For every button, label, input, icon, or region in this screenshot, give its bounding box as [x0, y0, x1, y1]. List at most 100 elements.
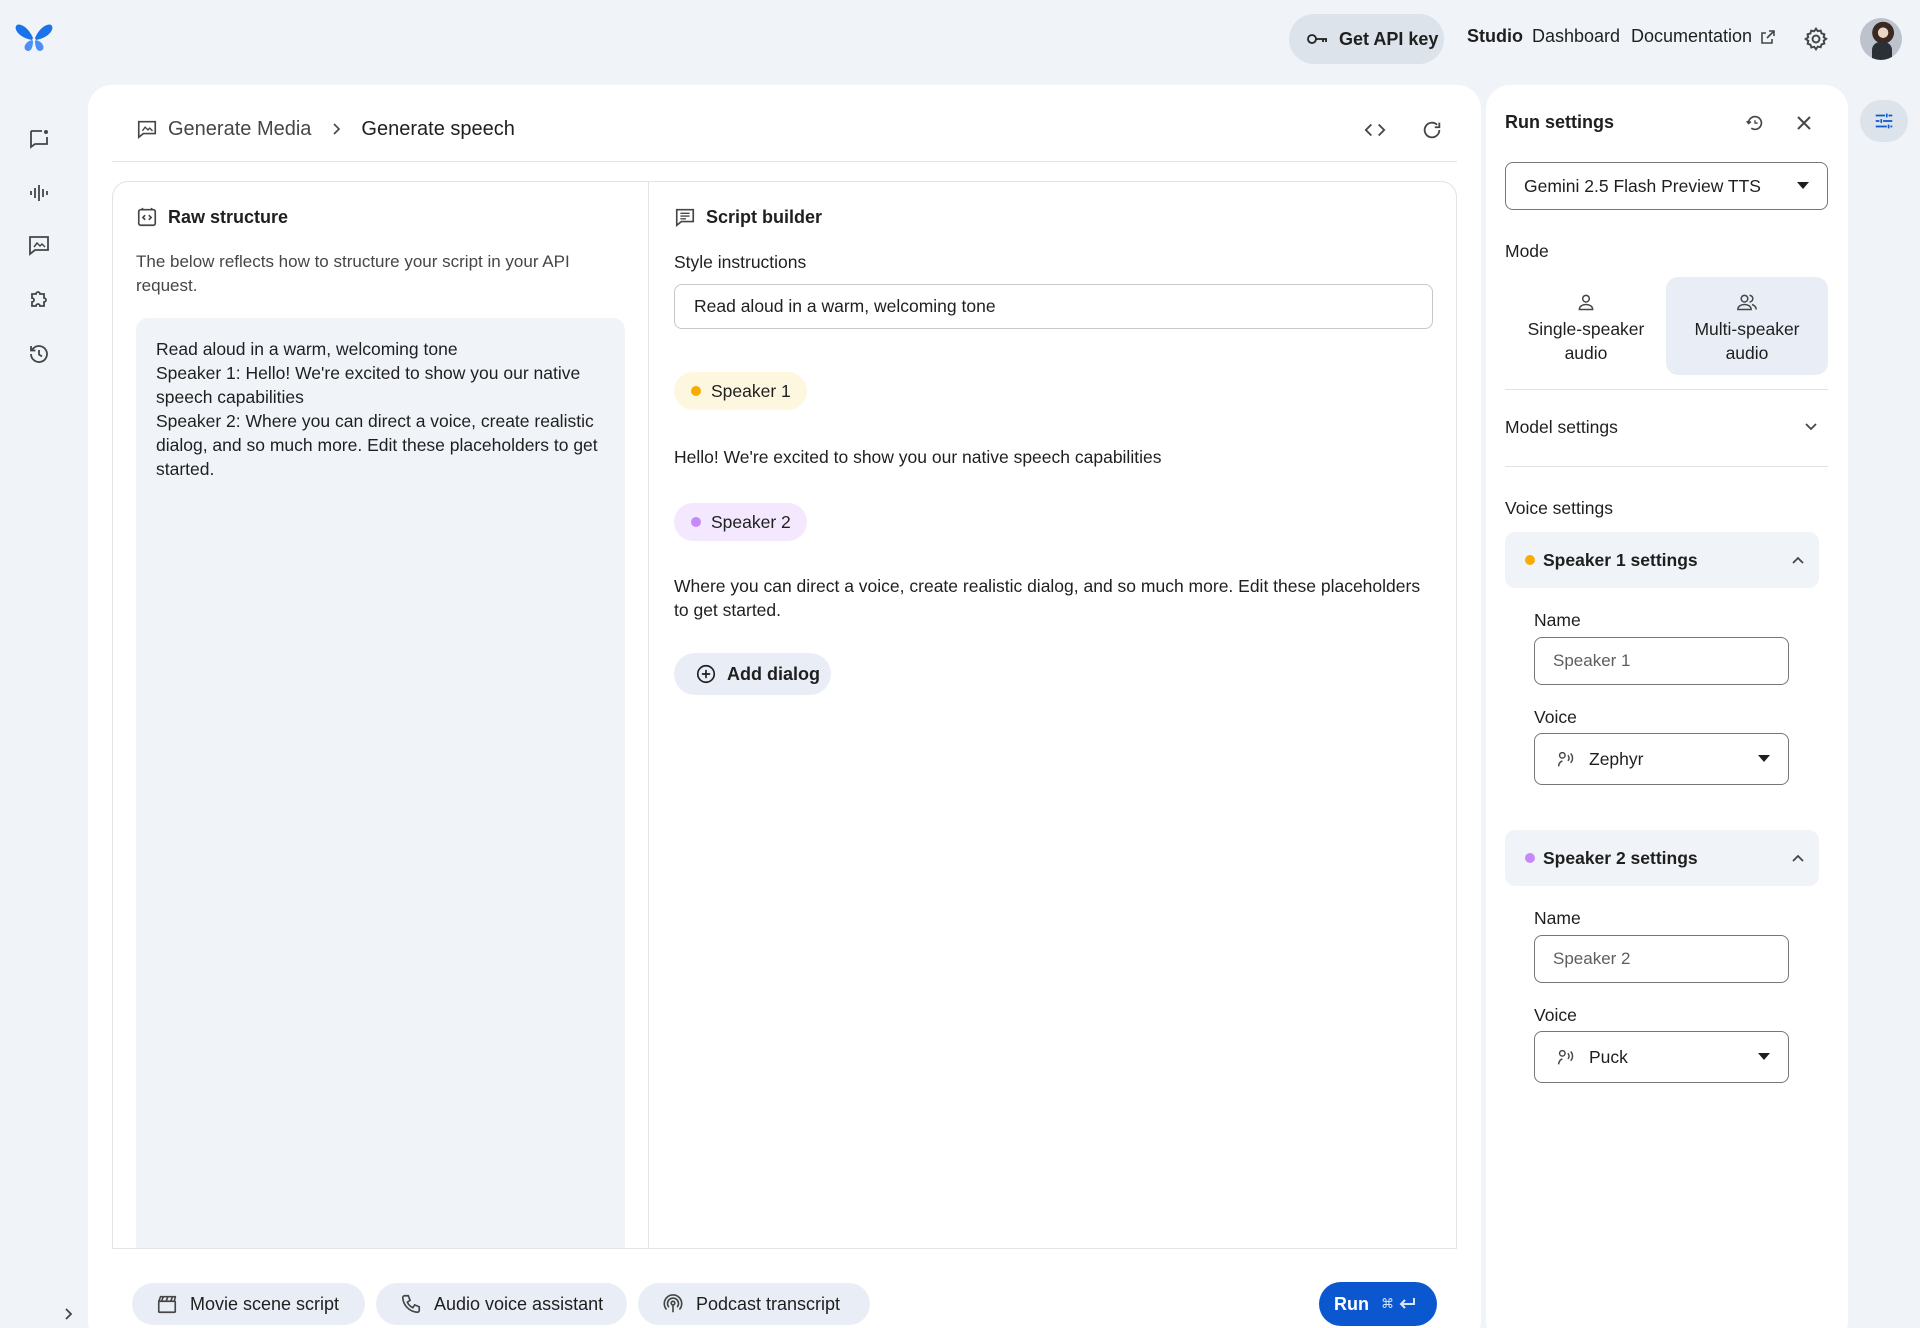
expand-sidebar-chevron-icon[interactable] [52, 1300, 84, 1328]
dialog-text-2[interactable]: Where you can direct a voice, create rea… [674, 574, 1433, 622]
preset-audio-voice-assistant[interactable]: Audio voice assistant [376, 1283, 627, 1325]
speaker-1-settings-header[interactable]: Speaker 1 settings [1505, 532, 1819, 588]
panel-divider [648, 182, 649, 1248]
refresh-icon[interactable] [1418, 116, 1446, 144]
tune-settings-icon[interactable] [1860, 100, 1908, 142]
voice-settings-label: Voice settings [1505, 498, 1613, 518]
breadcrumb: Generate Media Generate speech [136, 114, 515, 144]
breadcrumb-parent-label: Generate Media [168, 117, 312, 140]
mode-label: Mode [1505, 241, 1549, 261]
add-dialog-label: Add dialog [727, 663, 820, 684]
image-chat-icon[interactable] [24, 230, 54, 260]
voice-wave-icon [1555, 1046, 1577, 1068]
speaker-1-name-input[interactable]: Speaker 1 [1534, 637, 1789, 685]
dropdown-arrow-icon [1758, 755, 1770, 763]
speaker-2-chip[interactable]: Speaker 2 [674, 503, 807, 541]
mode-multi-label: Multi-speaker audio [1694, 319, 1800, 363]
model-select-value: Gemini 2.5 Flash Preview TTS [1524, 175, 1761, 196]
speaker-2-dot [1525, 853, 1535, 863]
speaker-2-voice-select[interactable]: Puck [1534, 1031, 1789, 1083]
settings-divider [1505, 466, 1828, 467]
speaker-1-chip[interactable]: Speaker 1 [674, 372, 807, 410]
phone-icon [400, 1293, 422, 1315]
speaker-2-voice-label: Voice [1534, 1005, 1577, 1025]
speaker-2-voice-value: Puck [1589, 1046, 1628, 1067]
nav-documentation[interactable]: Documentation [1631, 26, 1776, 47]
preset-movie-scene-script[interactable]: Movie scene script [132, 1283, 365, 1325]
nav-documentation-label: Documentation [1631, 26, 1753, 46]
model-settings-toggle[interactable]: Model settings [1505, 414, 1828, 440]
clapperboard-icon [156, 1293, 178, 1315]
add-circle-icon [695, 663, 717, 685]
speaker-1-settings-title: Speaker 1 settings [1543, 549, 1698, 570]
user-avatar[interactable] [1860, 18, 1902, 60]
key-icon [1305, 27, 1329, 51]
chevron-down-icon [1804, 422, 1818, 432]
speaker-1-voice-value: Zephyr [1589, 748, 1644, 769]
speaker-2-chip-label: Speaker 2 [711, 511, 791, 532]
footer-divider [112, 1248, 1457, 1249]
speaker-2-dot [691, 517, 701, 527]
dialog-text-1[interactable]: Hello! We're excited to show you our nat… [674, 445, 1433, 469]
header-divider [112, 161, 1457, 162]
stream-audio-icon[interactable] [24, 178, 54, 208]
speaker-2-name-label: Name [1534, 908, 1581, 928]
raw-line: Speaker 1: Hello! We're excited to show … [156, 363, 581, 407]
chevron-up-icon [1791, 853, 1805, 863]
style-instructions-label: Style instructions [674, 252, 807, 272]
chat-icon[interactable] [24, 124, 54, 154]
speaker-2-settings-title: Speaker 2 settings [1543, 847, 1698, 868]
model-settings-label: Model settings [1505, 416, 1618, 437]
get-code-icon[interactable] [1361, 116, 1389, 144]
script-builder-header: Script builder [674, 206, 822, 228]
raw-line: Read aloud in a warm, welcoming tone [156, 339, 458, 359]
run-button[interactable]: Run ⌘ [1319, 1282, 1437, 1326]
app-logo[interactable] [14, 18, 54, 54]
raw-structure-title: Raw structure [168, 206, 289, 227]
person-icon [1576, 289, 1596, 315]
run-label: Run [1334, 1293, 1369, 1314]
page-title: Generate speech [361, 117, 515, 140]
code-box-icon [136, 206, 158, 228]
preset-label: Movie scene script [190, 1293, 340, 1314]
nav-studio[interactable]: Studio [1467, 26, 1523, 47]
speaker-2-name-input[interactable]: Speaker 2 [1534, 935, 1789, 983]
raw-structure-content: Read aloud in a warm, welcoming tone Spe… [136, 318, 625, 1248]
model-select[interactable]: Gemini 2.5 Flash Preview TTS [1505, 162, 1828, 210]
speaker-1-name-label: Name [1534, 610, 1581, 630]
speaker-1-voice-label: Voice [1534, 707, 1577, 727]
image-icon [136, 118, 158, 140]
voice-wave-icon [1555, 748, 1577, 770]
raw-line: Speaker 2: Where you can direct a voice,… [156, 411, 598, 479]
style-instructions-input[interactable]: Read aloud in a warm, welcoming tone [674, 284, 1433, 329]
chevron-right-icon [329, 122, 343, 136]
extension-icon[interactable] [24, 284, 54, 314]
nav-dashboard[interactable]: Dashboard [1532, 26, 1620, 47]
dropdown-arrow-icon [1758, 1053, 1770, 1061]
mode-multi-speaker-button[interactable]: Multi-speaker audio [1666, 277, 1828, 375]
dropdown-arrow-icon [1797, 182, 1809, 190]
close-icon[interactable] [1791, 110, 1817, 136]
speaker-1-dot [1525, 555, 1535, 565]
speaker-1-chip-label: Speaker 1 [711, 380, 791, 401]
run-shortcut: ⌘ [1381, 1296, 1416, 1312]
speaker-1-voice-select[interactable]: Zephyr [1534, 733, 1789, 785]
get-api-key-button[interactable]: Get API key [1289, 14, 1444, 64]
mode-single-label: Single-speaker audio [1527, 319, 1645, 363]
podcast-icon [662, 1293, 684, 1315]
script-icon [674, 206, 696, 228]
mode-single-speaker-button[interactable]: Single-speaker audio [1505, 277, 1667, 375]
history-icon[interactable] [24, 339, 54, 369]
breadcrumb-generate-media[interactable]: Generate Media [136, 118, 311, 141]
reset-settings-icon[interactable] [1742, 110, 1768, 136]
speaker-2-settings-header[interactable]: Speaker 2 settings [1505, 830, 1819, 886]
run-settings-title: Run settings [1505, 112, 1615, 132]
preset-label: Audio voice assistant [434, 1293, 604, 1314]
script-builder-title: Script builder [706, 206, 823, 227]
enter-key-icon [1398, 1296, 1416, 1312]
settings-gear-icon[interactable] [1803, 26, 1829, 52]
add-dialog-button[interactable]: Add dialog [674, 653, 831, 695]
preset-podcast-transcript[interactable]: Podcast transcript [638, 1283, 870, 1325]
people-icon [1736, 289, 1758, 315]
raw-structure-header: Raw structure [136, 206, 288, 228]
